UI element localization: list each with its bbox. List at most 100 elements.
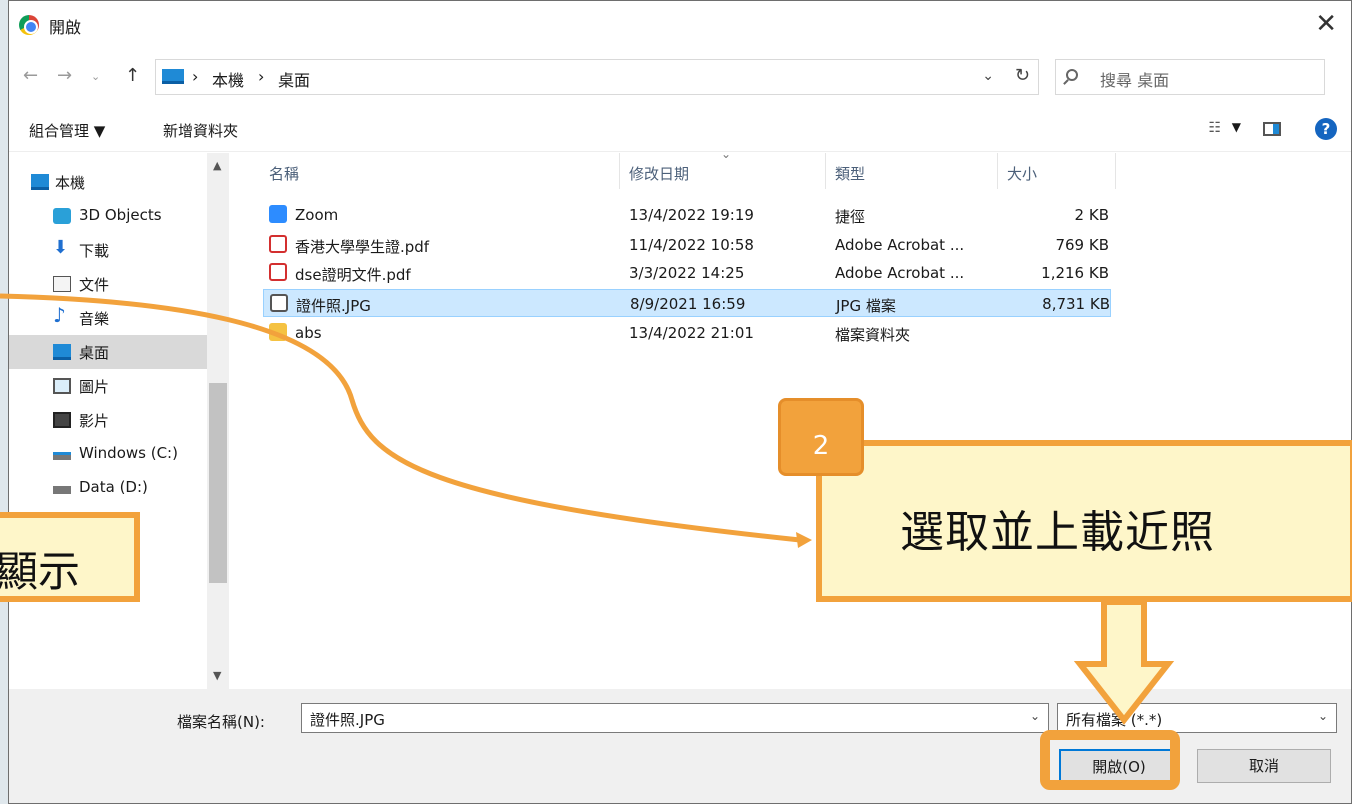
file-date: 13/4/2022 21:01 <box>629 324 754 342</box>
view-options-icon[interactable]: ☷ <box>1208 120 1221 136</box>
file-type: 檔案資料夾 <box>835 326 911 344</box>
music-icon: ♪ <box>53 303 66 327</box>
column-header-type[interactable]: 類型 <box>835 163 865 184</box>
file-row[interactable]: Zoom 13/4/2022 19:19 捷徑 2 KB <box>263 201 1111 229</box>
cancel-button[interactable]: 取消 <box>1197 749 1331 783</box>
search-placeholder: 搜尋 桌面 <box>1100 71 1170 90</box>
column-header-date[interactable]: 修改日期 <box>629 163 689 184</box>
nav-item-pictures[interactable]: 圖片 <box>9 369 207 403</box>
drive-icon <box>53 452 71 460</box>
nav-item-drive-c[interactable]: Windows (C:) <box>9 437 207 471</box>
scroll-up-icon[interactable]: ▲ <box>213 159 221 172</box>
help-icon[interactable]: ? <box>1315 118 1337 140</box>
preview-pane-icon[interactable] <box>1263 122 1281 136</box>
nav-item-videos[interactable]: 影片 <box>9 403 207 437</box>
breadcrumb-separator: › <box>258 67 265 86</box>
annotation-callout: 選取並上載近照 <box>816 440 1352 602</box>
nav-label: 影片 <box>79 412 110 430</box>
annotation-left-text: 顯示 <box>0 547 81 596</box>
annotation-callout-left: 顯示 <box>0 512 140 602</box>
close-icon[interactable]: ✕ <box>1315 9 1337 39</box>
file-name: Zoom <box>295 206 339 224</box>
nav-label: 下載 <box>79 242 110 260</box>
file-row[interactable]: abs 13/4/2022 21:01 檔案資料夾 <box>263 319 1111 347</box>
nav-label: 文件 <box>79 276 110 294</box>
nav-item-desktop[interactable]: 桌面 <box>9 335 207 369</box>
pdf-icon <box>269 235 287 253</box>
organize-button[interactable]: 組合管理 ▼ <box>29 120 105 141</box>
folder-icon <box>269 323 287 341</box>
computer-icon <box>31 174 49 190</box>
picture-icon <box>53 378 71 394</box>
file-date: 11/4/2022 10:58 <box>629 236 754 254</box>
file-name: dse證明文件.pdf <box>295 266 411 284</box>
nav-scrollbar-thumb[interactable] <box>209 383 227 583</box>
file-size: 8,731 KB <box>1042 295 1110 313</box>
file-name: 證件照.JPG <box>296 297 371 315</box>
chevron-down-icon[interactable]: ⌄ <box>1030 709 1040 723</box>
pdf-icon <box>269 263 287 281</box>
back-icon[interactable]: ← <box>23 65 38 86</box>
column-divider[interactable] <box>1115 153 1116 189</box>
new-folder-button[interactable]: 新增資料夾 <box>163 120 238 141</box>
nav-item-music[interactable]: ♪ 音樂 <box>9 301 207 335</box>
desktop-icon <box>53 344 71 360</box>
column-header-size[interactable]: 大小 <box>1007 163 1037 184</box>
file-name: 香港大學學生證.pdf <box>295 238 430 256</box>
address-row: ← → ⌄ ↑ › 本機 › 桌面 ⌄ ↻ 搜尋 桌面 <box>9 51 1351 103</box>
file-size: 769 KB <box>1055 236 1109 254</box>
file-row[interactable]: dse證明文件.pdf 3/3/2022 14:25 Adobe Acrobat… <box>263 259 1111 287</box>
open-file-dialog: 開啟 ✕ ← → ⌄ ↑ › 本機 › 桌面 ⌄ ↻ 搜尋 桌面 組合管理 ▼ … <box>8 0 1352 804</box>
column-divider[interactable] <box>619 153 620 189</box>
scroll-down-icon[interactable]: ▼ <box>213 669 221 682</box>
up-icon[interactable]: ↑ <box>125 65 140 86</box>
file-date: 3/3/2022 14:25 <box>629 264 745 282</box>
search-input[interactable]: 搜尋 桌面 <box>1055 59 1325 95</box>
annotation-callout-text: 選取並上載近照 <box>900 507 1215 558</box>
filename-label: 檔案名稱(N): <box>177 713 265 731</box>
cube-icon <box>53 208 71 224</box>
filename-field[interactable]: 證件照.JPG ⌄ <box>301 703 1049 733</box>
refresh-icon[interactable]: ↻ <box>1015 65 1030 86</box>
view-dropdown-icon[interactable]: ▼ <box>1232 120 1241 134</box>
recent-dropdown-icon[interactable]: ⌄ <box>91 70 100 83</box>
nav-label: Windows (C:) <box>79 444 178 462</box>
file-type: JPG 檔案 <box>836 297 896 315</box>
open-button-highlight <box>1040 730 1180 790</box>
title-bar: 開啟 ✕ <box>9 1 1351 51</box>
shortcut-icon <box>269 205 287 223</box>
file-type: Adobe Acrobat ... <box>835 236 965 254</box>
nav-item-this-pc[interactable]: 本機 <box>9 165 207 199</box>
file-name: abs <box>295 324 322 342</box>
download-icon: ⬇ <box>53 237 69 258</box>
nav-label: 音樂 <box>79 310 110 328</box>
nav-item-3d-objects[interactable]: 3D Objects <box>9 199 207 233</box>
breadcrumb-desktop[interactable]: 桌面 <box>278 67 310 91</box>
search-icon <box>1066 69 1078 81</box>
forward-icon[interactable]: → <box>57 65 72 86</box>
breadcrumb-this-pc[interactable]: 本機 <box>212 67 244 91</box>
column-divider[interactable] <box>997 153 998 189</box>
address-dropdown-icon[interactable]: ⌄ <box>982 68 994 84</box>
nav-label: 本機 <box>55 174 86 192</box>
nav-item-documents[interactable]: 文件 <box>9 267 207 301</box>
filename-value: 證件照.JPG <box>310 711 385 729</box>
nav-label: 桌面 <box>79 344 110 362</box>
column-divider[interactable] <box>825 153 826 189</box>
file-type-value: 所有檔案 (*.*) <box>1066 711 1163 729</box>
file-type: 捷徑 <box>835 208 866 226</box>
file-row[interactable]: 香港大學學生證.pdf 11/4/2022 10:58 Adobe Acroba… <box>263 231 1111 259</box>
file-size: 2 KB <box>1074 206 1109 224</box>
column-header-name[interactable]: 名稱 <box>269 163 299 184</box>
nav-item-downloads[interactable]: ⬇ 下載 <box>9 233 207 267</box>
file-type-select[interactable]: 所有檔案 (*.*) ⌄ <box>1057 703 1337 733</box>
drive-icon <box>53 486 71 494</box>
nav-item-drive-d[interactable]: Data (D:) <box>9 471 207 505</box>
chevron-down-icon[interactable]: ⌄ <box>1318 709 1328 723</box>
breadcrumb-separator: › <box>192 67 199 86</box>
address-bar[interactable]: › 本機 › 桌面 ⌄ ↻ <box>155 59 1039 95</box>
toolbar: 組合管理 ▼ 新增資料夾 ☷ ▼ ? <box>9 106 1351 152</box>
chrome-icon <box>19 15 39 35</box>
navigation-pane: 本機 3D Objects ⬇ 下載 文件 ♪ 音樂 桌面 圖片 影片 Wind… <box>9 153 231 689</box>
file-row[interactable]: 證件照.JPG 8/9/2021 16:59 JPG 檔案 8,731 KB <box>263 289 1111 317</box>
